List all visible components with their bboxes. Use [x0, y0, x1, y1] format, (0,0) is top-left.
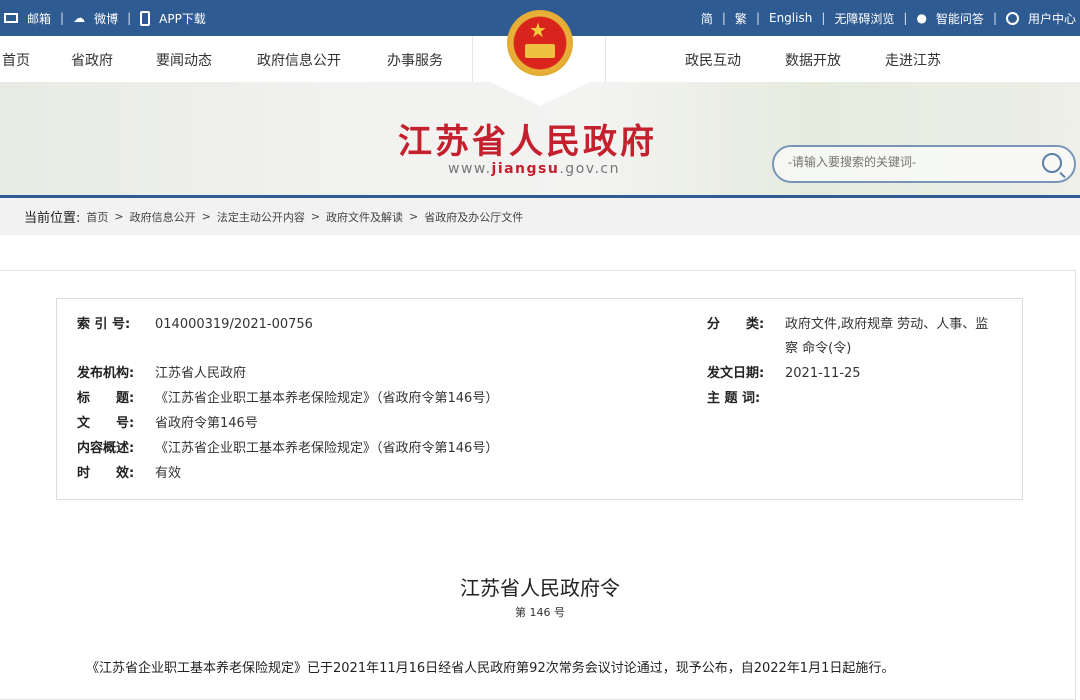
- search-input[interactable]: [788, 155, 1028, 169]
- phone-icon: [140, 10, 151, 26]
- breadcrumb-item[interactable]: 省政府及办公厅文件: [424, 209, 523, 225]
- weibo-icon: ☁: [73, 11, 86, 25]
- document-info-box: 索 引 号: 014000319/2021-00756 分 类: 政府文件,政府规章…: [56, 298, 1023, 500]
- site-url: www.jiangsu.gov.cn: [448, 161, 620, 177]
- date-value: 2021-11-25: [785, 366, 861, 381]
- date-label: 发文日期:: [707, 366, 765, 381]
- breadcrumb-label: 当前位置:: [24, 211, 81, 226]
- mail-icon: [4, 13, 18, 23]
- publisher-value: 江苏省人民政府: [155, 366, 247, 381]
- nav-province[interactable]: 省政府: [71, 50, 113, 70]
- nav-open-data[interactable]: 数据开放: [785, 50, 841, 70]
- doc-number-label: 文 号:: [77, 416, 135, 431]
- app-download-link[interactable]: APP下载: [159, 10, 206, 27]
- document-paragraph: 《江苏省企业职工基本养老保险规定》已于2021年11月16日经省人民政府第92次…: [86, 661, 895, 676]
- breadcrumb-item[interactable]: 政府信息公开: [130, 209, 196, 225]
- summary-value: 《江苏省企业职工基本养老保险规定》（省政府令第146号）: [155, 441, 499, 456]
- summary-label: 内容概述:: [77, 441, 135, 456]
- url-prefix: www.: [448, 161, 492, 177]
- title-value: 《江苏省企业职工基本养老保险规定》（省政府令第146号）: [155, 391, 499, 406]
- nav-news[interactable]: 要闻动态: [156, 50, 212, 70]
- breadcrumb-item[interactable]: 首页: [86, 209, 108, 225]
- doc-number-value: 省政府令第146号: [155, 416, 258, 431]
- english-link[interactable]: English: [769, 11, 812, 25]
- document-title: 江苏省人民政府令: [460, 576, 620, 600]
- category-value: 政府文件,政府规章 劳动、人事、监察 命令(令): [785, 313, 988, 361]
- title-label: 标 题:: [77, 391, 135, 406]
- validity-label: 时 效:: [77, 466, 135, 481]
- mail-link[interactable]: 邮箱: [27, 10, 51, 27]
- chat-icon: ●: [916, 11, 927, 25]
- nav-services[interactable]: 办事服务: [387, 50, 443, 70]
- site-title: 江苏省人民政府: [398, 122, 657, 162]
- simplified-link[interactable]: 简: [701, 10, 713, 27]
- publisher-label: 发布机构:: [77, 366, 135, 381]
- keywords-label: 主 题 词:: [707, 391, 761, 406]
- category-line1: 政府文件,政府规章 劳动、人事、监: [785, 317, 989, 332]
- nav-interaction[interactable]: 政民互动: [685, 50, 741, 70]
- nav-info-public[interactable]: 政府信息公开: [257, 50, 341, 70]
- breadcrumb-item[interactable]: 政府文件及解读: [326, 209, 403, 225]
- national-emblem-icon[interactable]: ★: [507, 10, 573, 76]
- search-box: [772, 145, 1076, 183]
- category-label: 分 类:: [707, 317, 765, 332]
- breadcrumb: 当前位置: 首页 > 政府信息公开 > 法定主动公开内容 > 政府文件及解读 > 省政府…: [0, 198, 1080, 235]
- validity-value: 有效: [155, 466, 182, 481]
- category-line2: 察 命令(令): [785, 341, 852, 356]
- index-label: 索 引 号:: [77, 317, 131, 332]
- accessibility-link[interactable]: 无障碍浏览: [834, 10, 894, 27]
- search-icon[interactable]: [1042, 153, 1062, 173]
- index-value: 014000319/2021-00756: [155, 317, 313, 332]
- url-suffix: .gov.cn: [559, 161, 620, 177]
- user-center-link[interactable]: 用户中心: [1028, 10, 1076, 27]
- nav-about-jiangsu[interactable]: 走进江苏: [885, 50, 941, 70]
- url-domain: jiangsu: [491, 161, 560, 177]
- user-icon: [1005, 11, 1019, 25]
- nav-home[interactable]: 首页: [2, 50, 30, 70]
- weibo-link[interactable]: 微博: [94, 10, 118, 27]
- document-number: 第 146 号: [515, 606, 565, 619]
- traditional-link[interactable]: 繁: [735, 10, 747, 27]
- qa-link[interactable]: 智能问答: [936, 10, 984, 27]
- breadcrumb-item[interactable]: 法定主动公开内容: [217, 209, 305, 225]
